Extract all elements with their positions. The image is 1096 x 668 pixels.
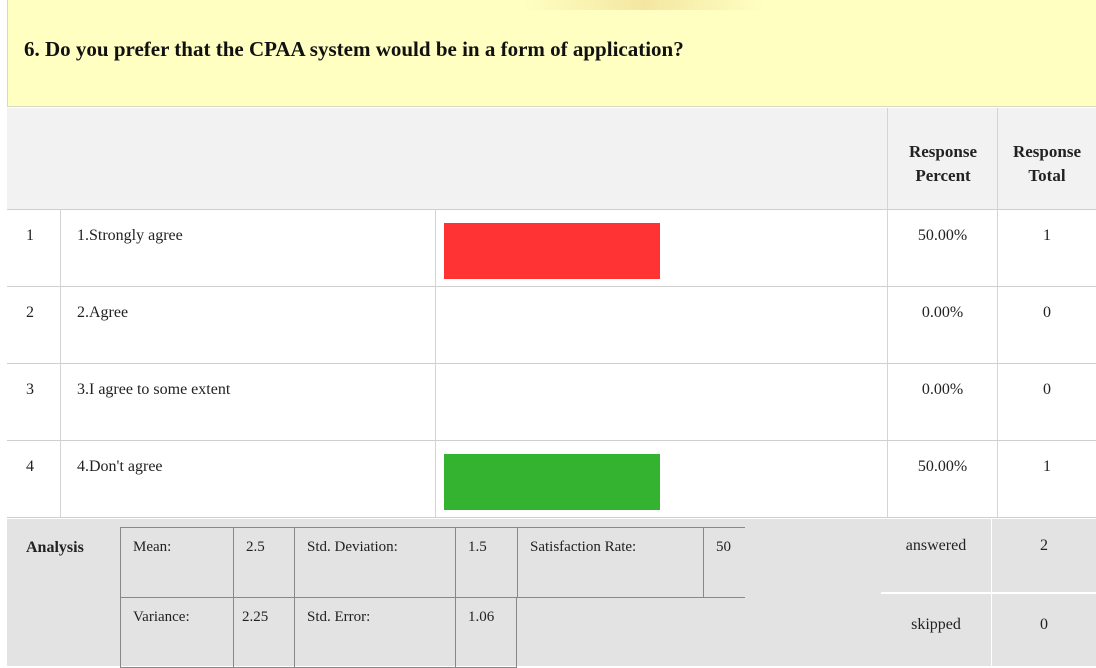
skipped-count-cell: 0 <box>992 594 1096 666</box>
mean-label: Mean: <box>120 527 233 597</box>
std-error-value: 1.06 <box>455 597 517 667</box>
std-deviation-label: Std. Deviation: <box>294 527 455 597</box>
table-row: 1 1.Strongly agree 50.00% 1 <box>7 210 1096 287</box>
skipped-count: 0 <box>1040 616 1048 633</box>
header-divider <box>887 108 888 210</box>
response-bar <box>444 223 660 279</box>
response-bar <box>444 454 660 510</box>
mean-value: 2.5 <box>233 527 294 597</box>
response-total: 1 <box>1043 458 1051 475</box>
std-deviation-value: 1.5 <box>455 527 517 597</box>
row-number: 1 <box>26 227 34 244</box>
analysis-label: Analysis <box>26 539 84 556</box>
row-number: 3 <box>26 381 34 398</box>
std-error-label: Std. Error: <box>294 597 455 667</box>
answered-label: answered <box>905 537 967 554</box>
answered-count: 2 <box>1040 537 1048 554</box>
table-row: 4 4.Don't agree 50.00% 1 <box>7 441 1096 518</box>
row-number: 2 <box>26 304 34 321</box>
skipped-label-cell: skipped <box>881 594 991 666</box>
question-title: 6. Do you prefer that the CPAA system wo… <box>24 37 684 61</box>
table-row: 2 2.Agree 0.00% 0 <box>7 287 1096 364</box>
table-header: Response Percent Response Total <box>7 108 1096 210</box>
satisfaction-rate-label: Satisfaction Rate: <box>517 527 703 597</box>
answer-label: 1.Strongly agree <box>77 227 183 244</box>
response-total: 0 <box>1043 304 1051 321</box>
row-number: 4 <box>26 458 34 475</box>
skipped-label: skipped <box>911 616 961 633</box>
header-divider <box>997 108 998 210</box>
question-header: 6. Do you prefer that the CPAA system wo… <box>7 0 1096 107</box>
answer-label: 2.Agree <box>77 304 129 321</box>
response-percent-header: Response Percent <box>908 142 977 185</box>
response-percent: 0.00% <box>921 381 964 398</box>
response-total: 0 <box>1043 381 1051 398</box>
response-percent: 0.00% <box>921 304 964 321</box>
response-percent: 50.00% <box>917 227 968 244</box>
decorative-banner <box>524 0 764 10</box>
satisfaction-rate-value: 50 <box>703 527 745 597</box>
variance-value: 2.25 <box>233 597 294 667</box>
response-total: 1 <box>1043 227 1051 244</box>
variance-label: Variance: <box>120 597 233 667</box>
answer-label: 3.I agree to some extent <box>77 381 231 398</box>
analysis-panel: Analysis Mean: 2.5 Std. Deviation: 1.5 S… <box>7 519 881 668</box>
table-row: 3 3.I agree to some extent 0.00% 0 <box>7 364 1096 441</box>
answer-label: 4.Don't agree <box>77 458 163 475</box>
answered-count-cell: 2 <box>992 519 1096 592</box>
response-percent: 50.00% <box>917 458 968 475</box>
response-total-header: Response Total <box>1012 142 1081 185</box>
answered-label-cell: answered <box>881 519 991 592</box>
